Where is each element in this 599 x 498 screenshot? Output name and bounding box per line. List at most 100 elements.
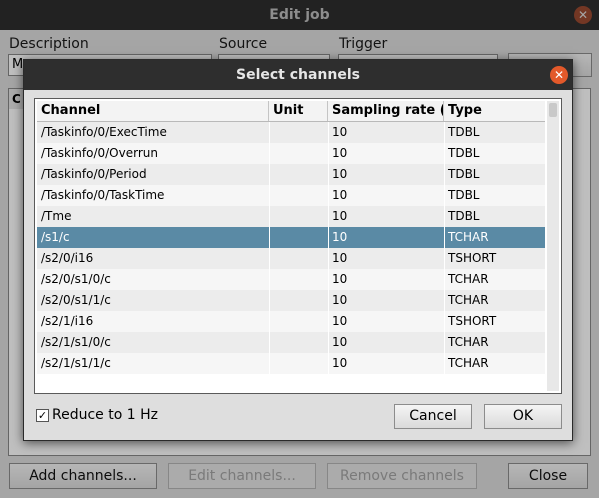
select-channels-dialog: Select channels ✕ Channel Unit Sampling … (23, 59, 573, 441)
cell-unit (269, 311, 328, 332)
table-row[interactable]: /Taskinfo/0/Period 10 TDBL (37, 164, 545, 185)
column-separator (328, 353, 329, 374)
column-separator (328, 290, 329, 311)
cell-unit (269, 269, 328, 290)
cell-channel: /Taskinfo/0/ExecTime (41, 125, 167, 139)
column-separator (269, 185, 270, 206)
column-separator (269, 164, 270, 185)
cell-type: TCHAR (448, 272, 489, 286)
table-row[interactable]: /s1/c 10 TCHAR (37, 227, 545, 248)
column-separator (328, 332, 329, 353)
cell-unit (269, 248, 328, 269)
column-separator (269, 227, 270, 248)
dialog-titlebar: Select channels ✕ (24, 60, 572, 90)
ok-button[interactable]: OK (484, 404, 562, 429)
cell-unit (269, 332, 328, 353)
cell-sampling-rate: 10 (332, 230, 348, 244)
column-separator (328, 185, 329, 206)
cell-unit (269, 290, 328, 311)
reduce-checkbox[interactable]: ✓ (36, 409, 49, 422)
table-row[interactable]: /Taskinfo/0/ExecTime 10 TDBL (37, 122, 545, 143)
cancel-button[interactable]: Cancel (394, 404, 472, 429)
table-row[interactable]: /s2/0/s1/1/c 10 TCHAR (37, 290, 545, 311)
cell-type: TDBL (448, 146, 480, 160)
cell-unit (269, 164, 328, 185)
column-separator (328, 164, 329, 185)
column-separator (269, 206, 270, 227)
reduce-checkbox-label[interactable]: Reduce to 1 Hz (52, 407, 158, 423)
column-header-unit[interactable]: Unit (269, 101, 328, 121)
column-separator (328, 122, 329, 143)
cell-channel: /Taskinfo/0/Period (41, 167, 147, 181)
column-separator (444, 248, 445, 269)
cell-type: TDBL (448, 167, 480, 181)
cell-sampling-rate: 10 (332, 146, 348, 160)
cell-channel: /s2/1/s1/0/c (41, 335, 111, 349)
cell-type: TSHORT (448, 251, 497, 265)
column-separator (328, 269, 329, 290)
table-row[interactable]: /Tme 10 TDBL (37, 206, 545, 227)
cell-sampling-rate: 10 (332, 188, 348, 202)
column-separator (444, 143, 445, 164)
cell-channel: /s2/1/i16 (41, 314, 94, 328)
channels-table[interactable]: Channel Unit Sampling rate (I Type /Task… (34, 98, 562, 394)
table-row[interactable]: /Taskinfo/0/TaskTime 10 TDBL (37, 185, 545, 206)
column-separator (328, 311, 329, 332)
cell-sampling-rate: 10 (332, 293, 348, 307)
column-separator (269, 269, 270, 290)
cell-unit (269, 353, 328, 374)
column-separator (269, 311, 270, 332)
column-separator (444, 206, 445, 227)
cell-channel: /Tme (41, 209, 72, 223)
column-separator (444, 269, 445, 290)
cell-unit (269, 143, 328, 164)
column-separator (328, 143, 329, 164)
cell-sampling-rate: 10 (332, 356, 348, 370)
column-separator (444, 332, 445, 353)
table-row[interactable]: /s2/1/i16 10 TSHORT (37, 311, 545, 332)
cell-type: TSHORT (448, 314, 497, 328)
table-row[interactable]: /s2/1/s1/1/c 10 TCHAR (37, 353, 545, 374)
table-row[interactable]: /s2/0/i16 10 TSHORT (37, 248, 545, 269)
dialog-title: Select channels (235, 67, 360, 83)
cell-channel: /s2/0/i16 (41, 251, 94, 265)
scrollbar-thumb[interactable] (549, 103, 557, 117)
column-separator (328, 206, 329, 227)
column-separator (269, 248, 270, 269)
cell-channel: /s2/1/s1/1/c (41, 356, 111, 370)
cell-channel: /Taskinfo/0/TaskTime (41, 188, 165, 202)
cell-type: TCHAR (448, 356, 489, 370)
cell-sampling-rate: 10 (332, 251, 348, 265)
cell-unit (269, 227, 328, 248)
cell-sampling-rate: 10 (332, 272, 348, 286)
table-row[interactable]: /s2/0/s1/0/c 10 TCHAR (37, 269, 545, 290)
column-separator (269, 290, 270, 311)
column-separator (444, 290, 445, 311)
cell-unit (269, 206, 328, 227)
column-header-type[interactable]: Type (444, 101, 545, 121)
vertical-scrollbar[interactable] (547, 101, 559, 391)
table-row[interactable]: /Taskinfo/0/Overrun 10 TDBL (37, 143, 545, 164)
cell-channel: /Taskinfo/0/Overrun (41, 146, 158, 160)
checkmark-icon: ✓ (37, 409, 48, 422)
column-separator (328, 248, 329, 269)
column-separator (269, 122, 270, 143)
cell-sampling-rate: 10 (332, 335, 348, 349)
close-icon[interactable]: ✕ (550, 66, 568, 84)
column-separator (328, 227, 329, 248)
cell-channel: /s2/0/s1/0/c (41, 272, 111, 286)
column-separator (269, 143, 270, 164)
table-row[interactable]: /s2/1/s1/0/c 10 TCHAR (37, 332, 545, 353)
column-header-sampling-rate[interactable]: Sampling rate (I (328, 101, 444, 121)
column-separator (269, 353, 270, 374)
cell-sampling-rate: 10 (332, 314, 348, 328)
column-header-channel[interactable]: Channel (37, 101, 269, 121)
cell-unit (269, 185, 328, 206)
cell-type: TCHAR (448, 230, 489, 244)
table-header: Channel Unit Sampling rate (I Type (37, 101, 545, 122)
column-separator (444, 164, 445, 185)
column-separator (444, 185, 445, 206)
cell-type: TDBL (448, 125, 480, 139)
cell-sampling-rate: 10 (332, 125, 348, 139)
cell-sampling-rate: 10 (332, 167, 348, 181)
